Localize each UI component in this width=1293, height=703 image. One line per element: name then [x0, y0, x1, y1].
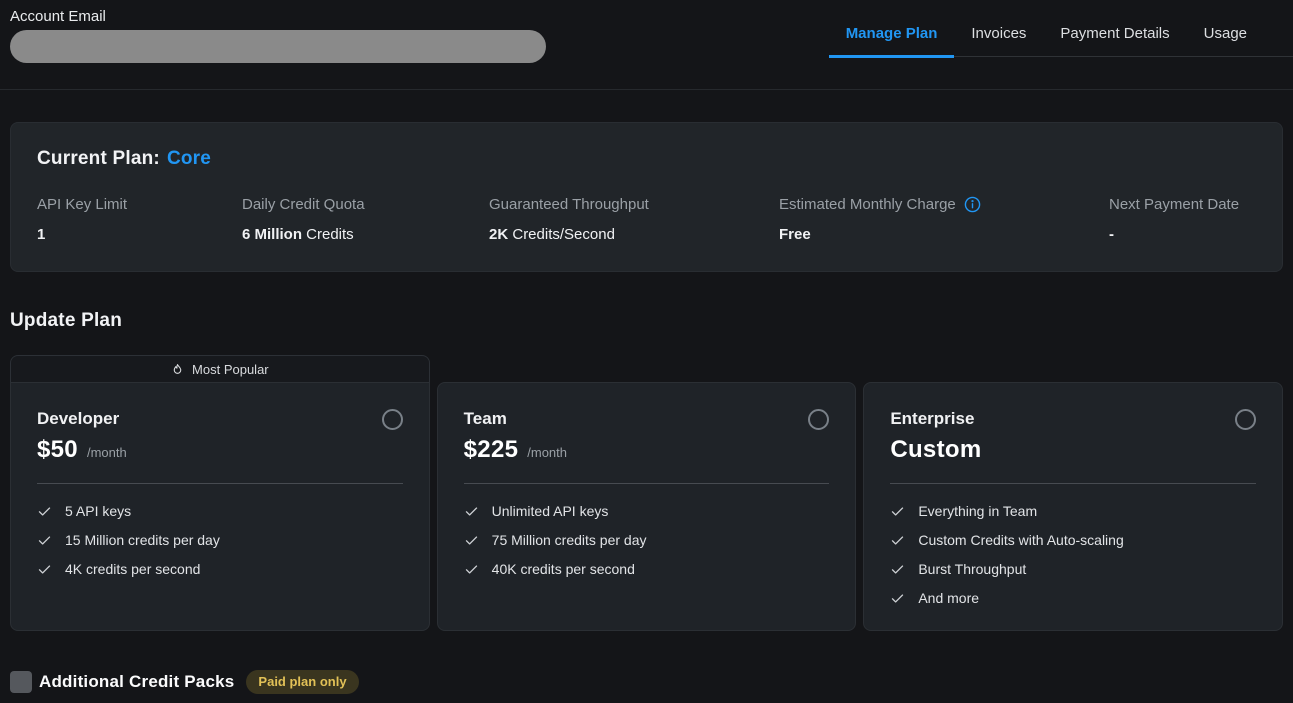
update-plan-heading: Update Plan — [10, 310, 1283, 332]
most-popular-label: Most Popular — [192, 362, 269, 377]
plan-period: /month — [87, 445, 127, 460]
feature-item: And more — [890, 590, 1256, 606]
credit-packs-row: Additional Credit Packs Paid plan only — [10, 670, 1283, 694]
plans-row: Most Popular Developer $50 /month 5 API … — [10, 355, 1283, 631]
stat-guaranteed-throughput: Guaranteed Throughput 2K Credits/Second — [489, 196, 779, 243]
feature-list: Everything in Team Custom Credits with A… — [890, 503, 1256, 606]
account-email-input[interactable] — [10, 30, 546, 63]
check-icon — [890, 504, 905, 519]
feature-item: Burst Throughput — [890, 561, 1256, 577]
plan-card-team[interactable]: Team $225 /month Unlimited API keys 75 M… — [437, 382, 857, 631]
plan-radio-developer[interactable] — [382, 409, 403, 430]
feature-list: 5 API keys 15 Million credits per day 4K… — [37, 503, 403, 577]
current-plan-name: Core — [167, 148, 211, 169]
stat-daily-credit-quota: Daily Credit Quota 6 Million Credits — [242, 196, 489, 243]
divider — [890, 483, 1256, 484]
stat-label: Daily Credit Quota — [242, 196, 365, 213]
plan-price: $50 — [37, 436, 78, 464]
feature-item: Everything in Team — [890, 503, 1256, 519]
plan-period: /month — [527, 445, 567, 460]
current-plan-card: Current Plan: Core API Key Limit 1 Daily … — [10, 122, 1283, 272]
stat-next-payment-date: Next Payment Date - — [1109, 196, 1256, 243]
divider — [464, 483, 830, 484]
stat-label: Estimated Monthly Charge — [779, 196, 981, 213]
tab-manage-plan[interactable]: Manage Plan — [829, 0, 955, 58]
feature-list: Unlimited API keys 75 Million credits pe… — [464, 503, 830, 577]
credit-packs-checkbox[interactable] — [10, 671, 32, 693]
tab-usage[interactable]: Usage — [1187, 0, 1264, 58]
stat-value: Free — [779, 226, 1109, 243]
feature-item: Custom Credits with Auto-scaling — [890, 532, 1256, 548]
stat-label: API Key Limit — [37, 196, 127, 213]
feature-item: 15 Million credits per day — [37, 532, 403, 548]
plan-price: $225 — [464, 436, 519, 464]
stat-value: - — [1109, 226, 1256, 243]
plan-card-enterprise[interactable]: Enterprise Custom Everything in Team Cus… — [863, 382, 1283, 631]
feature-item: 5 API keys — [37, 503, 403, 519]
current-plan-title-prefix: Current Plan: — [37, 148, 160, 169]
check-icon — [464, 504, 479, 519]
check-icon — [890, 533, 905, 548]
info-icon[interactable] — [964, 196, 981, 213]
stat-api-key-limit: API Key Limit 1 — [37, 196, 242, 243]
account-email-block: Account Email — [10, 0, 546, 63]
plan-name: Enterprise — [890, 409, 974, 429]
feature-item: 75 Million credits per day — [464, 532, 830, 548]
plan-radio-enterprise[interactable] — [1235, 409, 1256, 430]
current-plan-stats: API Key Limit 1 Daily Credit Quota 6 Mil… — [37, 196, 1256, 243]
check-icon — [37, 562, 52, 577]
stat-label: Next Payment Date — [1109, 196, 1239, 213]
plan-radio-team[interactable] — [808, 409, 829, 430]
tab-bar: Manage Plan Invoices Payment Details Usa… — [829, 0, 1293, 57]
stat-label: Guaranteed Throughput — [489, 196, 649, 213]
most-popular-band: Most Popular — [10, 355, 430, 382]
tab-payment-details[interactable]: Payment Details — [1043, 0, 1186, 58]
page-header: Account Email Manage Plan Invoices Payme… — [0, 0, 1293, 90]
check-icon — [464, 533, 479, 548]
plan-name: Team — [464, 409, 507, 429]
stat-value: 6 Million Credits — [242, 226, 489, 243]
check-icon — [464, 562, 479, 577]
stat-estimated-monthly-charge: Estimated Monthly Charge Free — [779, 196, 1109, 243]
divider — [37, 483, 403, 484]
check-icon — [890, 562, 905, 577]
credit-packs-label: Additional Credit Packs — [39, 672, 234, 692]
feature-item: 4K credits per second — [37, 561, 403, 577]
stat-value: 1 — [37, 226, 242, 243]
flame-icon — [171, 363, 184, 376]
plan-name: Developer — [37, 409, 119, 429]
current-plan-title: Current Plan: Core — [37, 148, 1256, 170]
plan-card-developer[interactable]: Developer $50 /month 5 API keys 15 Milli… — [10, 382, 430, 631]
check-icon — [37, 504, 52, 519]
feature-item: 40K credits per second — [464, 561, 830, 577]
stat-value: 2K Credits/Second — [489, 226, 779, 243]
tab-invoices[interactable]: Invoices — [954, 0, 1043, 58]
paid-plan-only-badge: Paid plan only — [246, 670, 358, 694]
plan-price: Custom — [890, 436, 981, 464]
feature-item: Unlimited API keys — [464, 503, 830, 519]
account-email-label: Account Email — [10, 8, 546, 25]
plan-column-developer: Most Popular Developer $50 /month 5 API … — [10, 355, 430, 631]
check-icon — [37, 533, 52, 548]
check-icon — [890, 591, 905, 606]
